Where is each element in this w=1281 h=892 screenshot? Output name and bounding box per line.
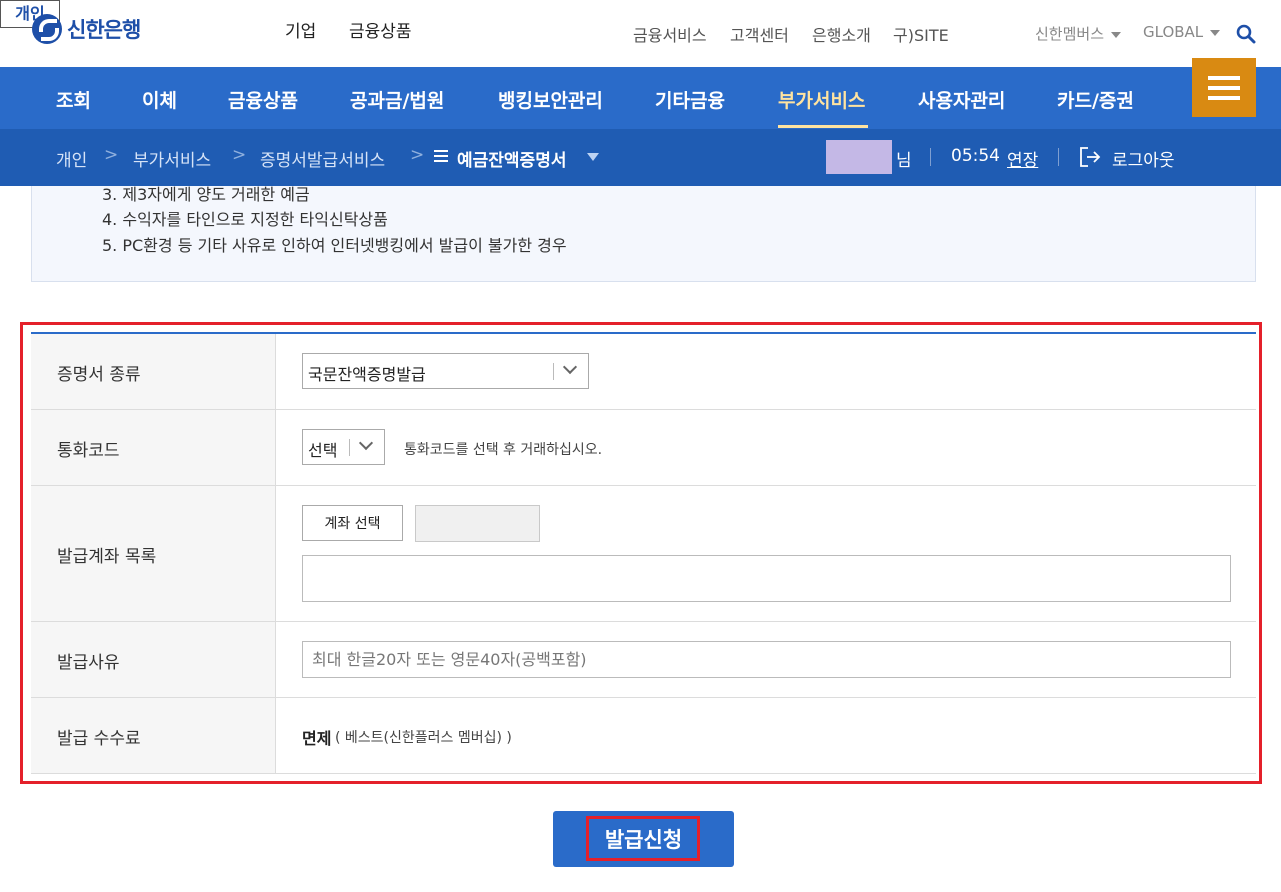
form-label: 발급 수수료 — [31, 698, 276, 773]
form-label: 통화코드 — [31, 410, 276, 485]
chevron-down-icon — [358, 435, 374, 451]
members-label: 신한멤버스 — [1035, 25, 1105, 43]
util-link-old-site[interactable]: 구)SITE — [893, 22, 949, 46]
chevron-right-icon: > — [410, 145, 425, 165]
divider — [930, 148, 931, 166]
nav-other-finance[interactable]: 기타금융 — [655, 86, 725, 113]
global-dropdown[interactable]: GLOBAL — [1143, 23, 1221, 41]
shinhan-logo[interactable]: 신한은행 — [32, 14, 141, 44]
util-link-bank-intro[interactable]: 은행소개 — [812, 22, 871, 46]
top-bar: 신한은행 개인 기업 금융상품 금융서비스 고객센터 은행소개 구)SITE 신… — [0, 0, 1281, 67]
caret-down-icon — [1111, 31, 1122, 38]
global-label: GLOBAL — [1143, 23, 1204, 41]
active-nav-indicator — [778, 125, 868, 128]
breadcrumb-personal[interactable]: 개인 — [56, 146, 87, 171]
caret-down-icon — [1210, 29, 1221, 36]
segment-products[interactable]: 금융상품 — [349, 17, 412, 42]
hamburger-icon — [1208, 76, 1240, 80]
segment-corporate[interactable]: 기업 — [285, 17, 316, 42]
form-row-fee: 발급 수수료 면제 ( 베스트(신한플러스 멤버십) ) — [31, 698, 1256, 774]
util-link-customer-center[interactable]: 고객센터 — [730, 22, 789, 46]
divider — [1058, 148, 1059, 166]
reason-label: 발급사유 — [57, 653, 120, 673]
chevron-down-icon — [562, 359, 578, 375]
account-select-button[interactable]: 계좌 선택 — [302, 505, 403, 541]
nav-utility-court[interactable]: 공과금/법원 — [350, 86, 444, 113]
currency-value: 선택 — [308, 441, 338, 460]
account-count-box — [415, 505, 540, 542]
breadcrumb: 개인 > 부가서비스 > 증명서발급서비스 > 예금잔액증명서 님 05:54 … — [0, 129, 1281, 186]
submit-highlight-frame — [586, 816, 700, 861]
nav-card-securities[interactable]: 카드/증권 — [1057, 86, 1134, 113]
form-row-reason: 발급사유 — [31, 622, 1256, 698]
util-link-financial-services[interactable]: 금융서비스 — [633, 22, 707, 46]
fee-label: 발급 수수료 — [57, 729, 141, 749]
form-row-accounts: 발급계좌 목록 계좌 선택 — [31, 486, 1256, 622]
currency-select[interactable]: 선택 — [302, 429, 385, 465]
chevron-right-icon: > — [232, 145, 247, 165]
form-label: 증명서 종류 — [31, 334, 276, 409]
user-name-masked — [826, 140, 892, 174]
nav-user-management[interactable]: 사용자관리 — [918, 86, 1005, 113]
cert-type-select[interactable]: 국문잔액증명발급 — [302, 353, 589, 389]
breadcrumb-cert-services[interactable]: 증명서발급서비스 — [260, 146, 385, 171]
nav-inquiry[interactable]: 조회 — [56, 86, 91, 113]
fee-note: ( 베스트(신한플러스 멤버십) ) — [335, 730, 512, 746]
nav-banking-security[interactable]: 뱅킹보안관리 — [498, 86, 603, 113]
user-honorific: 님 — [896, 151, 912, 171]
notice-line: 3. 제3자에게 양도 거래한 예금 — [102, 185, 310, 204]
currency-label: 통화코드 — [57, 441, 120, 461]
notice-box: 3. 제3자에게 양도 거래한 예금 4. 수익자를 타인으로 지정한 타익신탁… — [31, 185, 1256, 282]
breadcrumb-additional-services[interactable]: 부가서비스 — [133, 146, 211, 171]
form-label: 발급사유 — [31, 622, 276, 697]
certificate-form: 증명서 종류 국문잔액증명발급 통화코드 선택 통화코드를 선택 후 거래하십시… — [31, 332, 1256, 774]
nav-products[interactable]: 금융상품 — [228, 86, 298, 113]
session-timer: 05:54 — [951, 146, 1000, 166]
fee-value: 면제 — [302, 729, 332, 748]
logo-text: 신한은행 — [67, 18, 141, 42]
reason-input[interactable] — [302, 641, 1231, 678]
account-list[interactable] — [302, 555, 1231, 602]
caret-down-icon[interactable] — [587, 153, 599, 161]
session-extend-link[interactable]: 연장 — [1007, 146, 1038, 171]
notice-line: 5. PC환경 등 기타 사유로 인하여 인터넷뱅킹에서 발급이 불가한 경우 — [102, 236, 567, 255]
form-label: 발급계좌 목록 — [31, 486, 276, 621]
nav-additional-services[interactable]: 부가서비스 — [778, 86, 865, 113]
members-dropdown[interactable]: 신한멤버스 — [1035, 23, 1122, 44]
logout-link[interactable]: 로그아웃 — [1112, 146, 1175, 171]
menu-lines-icon — [434, 150, 448, 162]
main-navigation: 조회 이체 금융상품 공과금/법원 뱅킹보안관리 기타금융 부가서비스 사용자관… — [0, 67, 1281, 129]
logout-icon[interactable] — [1078, 145, 1102, 169]
chevron-right-icon: > — [104, 145, 119, 165]
nav-transfer[interactable]: 이체 — [142, 86, 177, 113]
cert-type-label: 증명서 종류 — [57, 365, 141, 385]
accounts-label: 발급계좌 목록 — [57, 547, 157, 567]
shinhan-logo-icon — [32, 14, 62, 44]
cert-type-value: 국문잔액증명발급 — [308, 365, 426, 384]
breadcrumb-current-dropdown[interactable]: 예금잔액증명서 — [457, 146, 566, 171]
form-row-cert-type: 증명서 종류 국문잔액증명발급 — [31, 334, 1256, 410]
notice-line: 4. 수익자를 타인으로 지정한 타익신탁상품 — [102, 210, 388, 229]
menu-button[interactable] — [1192, 58, 1256, 117]
form-row-currency: 통화코드 선택 통화코드를 선택 후 거래하십시오. — [31, 410, 1256, 486]
search-icon[interactable] — [1236, 24, 1256, 44]
currency-hint: 통화코드를 선택 후 거래하십시오. — [404, 442, 603, 458]
